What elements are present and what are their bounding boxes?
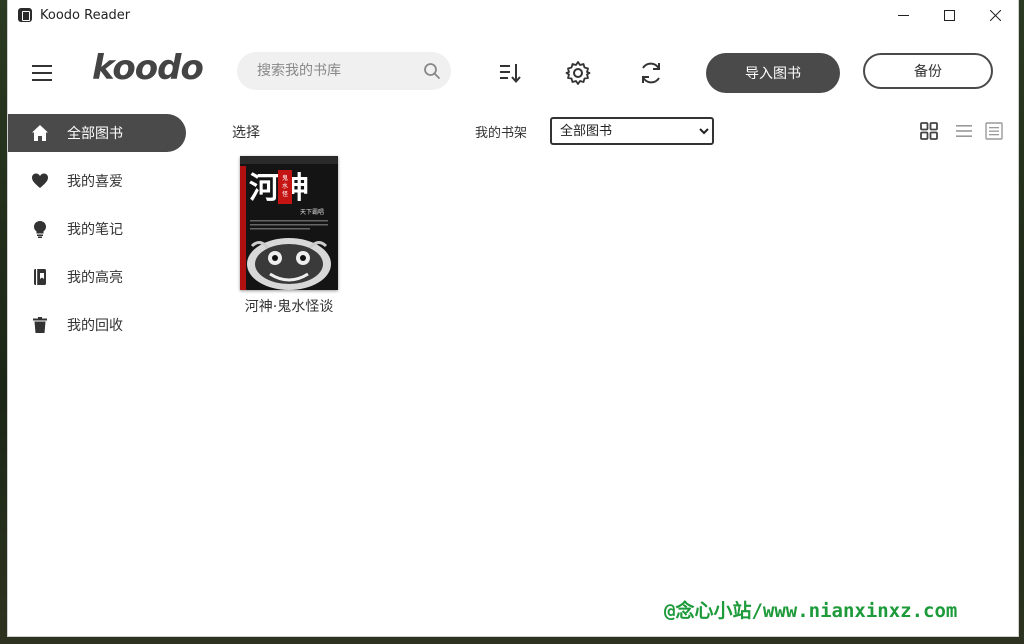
svg-text:怪: 怪 [282, 190, 288, 198]
trash-icon [31, 316, 49, 334]
sync-icon [642, 62, 660, 84]
search-input[interactable] [255, 62, 419, 80]
search-box [237, 52, 451, 90]
koodo-logo: koodo [92, 48, 204, 88]
sidebar-item-label: 我的高亮 [67, 270, 123, 286]
sort-icon [500, 64, 521, 84]
detail-view-button[interactable] [985, 122, 1003, 140]
cover-author: 天下霸唱 [300, 209, 324, 216]
grid-view-button[interactable] [920, 122, 938, 140]
gear-icon [565, 61, 591, 85]
hamburger-menu-icon[interactable] [32, 64, 52, 82]
list-view-icon [956, 125, 972, 137]
sidebar-item-label: 我的回收 [67, 318, 123, 334]
sidebar-item-label: 我的喜爱 [67, 174, 123, 190]
sidebar-item-all-books[interactable]: 全部图书 [8, 114, 186, 152]
backup-button[interactable]: 备份 [863, 53, 993, 89]
app-logo-icon [18, 8, 32, 22]
svg-text:水: 水 [282, 182, 288, 190]
sync-button[interactable] [638, 60, 664, 86]
book-title[interactable]: 河神·鬼水怪谈 [234, 296, 344, 316]
sidebar-item-label: 我的笔记 [67, 222, 123, 238]
window-title: Koodo Reader [40, 7, 131, 23]
sidebar-item-favorites[interactable]: 我的喜爱 [8, 162, 186, 200]
close-icon [989, 9, 1001, 21]
app-window: Koodo Reader koodo 搜索我的书库 导入图书 备份 全部图书 我… [8, 0, 1018, 636]
book-cover-image[interactable]: 河神 鬼 水 怪 天下霸唱 [240, 156, 338, 290]
import-books-button[interactable]: 导入图书 [706, 53, 840, 93]
app-header: koodo 搜索我的书库 导入图书 备份 [8, 30, 1018, 114]
grid-view-icon [920, 122, 938, 140]
close-button[interactable] [972, 0, 1018, 30]
sort-button[interactable] [497, 60, 523, 86]
book-card[interactable]: 河神 鬼 水 怪 天下霸唱 河神· [240, 156, 344, 316]
minimize-icon [897, 14, 909, 16]
bulb-icon [31, 220, 49, 238]
home-icon [31, 124, 49, 142]
search-icon[interactable] [423, 62, 441, 80]
list-view-button[interactable] [955, 122, 973, 140]
highlight-book-icon [31, 268, 49, 286]
book-cover-art: 河神 鬼 水 怪 天下霸唱 [240, 156, 338, 290]
select-mode-button[interactable]: 选择 [232, 122, 260, 142]
settings-button[interactable] [565, 60, 591, 86]
watermark-text: @念心小站/www.nianxinxz.com [664, 600, 958, 622]
shelf-label: 我的书架 [475, 126, 528, 141]
sidebar-item-trash[interactable]: 我的回收 [8, 306, 186, 344]
detail-view-icon [985, 122, 1003, 140]
heart-icon [31, 172, 49, 190]
maximize-icon [943, 9, 955, 21]
minimize-button[interactable] [880, 0, 926, 30]
svg-text:鬼: 鬼 [282, 174, 288, 182]
shelf-dropdown[interactable]: 全部图书 [550, 117, 714, 145]
sidebar: 全部图书 我的喜爱 我的笔记 我的高亮 我的回收 [8, 114, 194, 374]
sidebar-item-notes[interactable]: 我的笔记 [8, 210, 186, 248]
sidebar-item-label: 全部图书 [67, 126, 123, 142]
window-controls [880, 0, 1018, 30]
maximize-button[interactable] [926, 0, 972, 30]
sidebar-item-highlights[interactable]: 我的高亮 [8, 258, 186, 296]
title-bar: Koodo Reader [8, 0, 1018, 30]
